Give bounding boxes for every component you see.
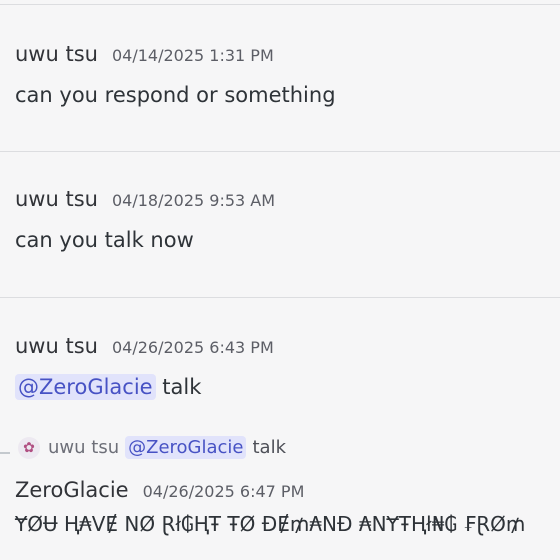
user-mention[interactable]: @ZeroGlacie [15,374,156,400]
chat-view: uwu tsu 04/14/2025 1:31 PM can you respo… [0,0,560,560]
message-timestamp: 04/26/2025 6:43 PM [111,338,274,357]
message-header: uwu tsu 04/26/2025 6:43 PM [15,334,560,364]
message-content: can you talk now [15,228,194,252]
message-header: uwu tsu 04/18/2025 9:53 AM [15,187,560,217]
user-avatar-icon[interactable]: ✿ [18,436,40,459]
message-timestamp: 04/18/2025 9:53 AM [111,191,276,210]
message-content: can you respond or something [15,83,336,107]
reply-preview-text[interactable]: talk [252,437,286,458]
message-timestamp: 04/26/2025 6:47 PM [142,482,305,501]
message-item[interactable]: uwu tsu 04/26/2025 6:43 PM @ZeroGlacie t… [15,334,560,402]
message-content: ɎØɄ Ⱨ₳VɆ NØ Ɽł₲ⱧŦ ŦØ ĐɆ₥₳NĐ ₳NɎŦⱧł₦₲ ₣ⱤØ… [15,512,526,536]
reply-connector-line [0,452,10,454]
message-author[interactable]: uwu tsu [15,42,98,66]
message-timestamp: 04/14/2025 1:31 PM [111,46,274,65]
message-divider [0,151,560,152]
message-divider [0,297,560,298]
message-item[interactable]: uwu tsu 04/14/2025 1:31 PM can you respo… [15,42,560,110]
reply-reference[interactable]: ✿ uwu tsu @ZeroGlacie talk [18,436,286,459]
message-text: talk [155,375,202,399]
message-header: uwu tsu 04/14/2025 1:31 PM [15,42,560,72]
message-content: @ZeroGlacie talk [15,372,560,402]
message-author[interactable]: uwu tsu [15,187,98,211]
message-header: ZeroGlacie 04/26/2025 6:47 PM [15,478,304,502]
message-author[interactable]: ZeroGlacie [15,478,129,502]
message-author[interactable]: uwu tsu [15,334,98,358]
message-divider [0,4,560,5]
reply-author[interactable]: uwu tsu [48,437,119,458]
user-mention[interactable]: @ZeroGlacie [125,436,247,459]
message-item[interactable]: uwu tsu 04/18/2025 9:53 AM can you talk … [15,187,560,255]
